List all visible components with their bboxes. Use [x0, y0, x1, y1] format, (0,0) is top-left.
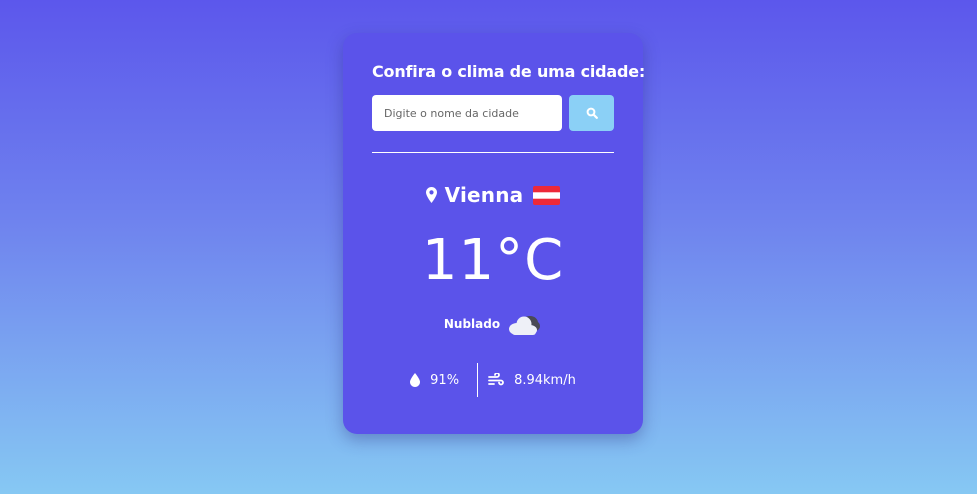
cloudy-icon: [509, 316, 541, 335]
weather-condition: Nublado: [343, 311, 643, 337]
weather-stats: 91% 8.94km/h: [343, 363, 643, 397]
location: Vienna: [343, 183, 643, 207]
card-title: Confira o clima de uma cidade:: [372, 62, 646, 81]
map-marker-icon: [425, 187, 437, 203]
wind-stat: 8.94km/h: [478, 373, 576, 388]
temperature: 11°C: [343, 226, 643, 296]
droplet-icon: [410, 373, 421, 387]
search-icon: [586, 107, 598, 119]
austria-flag-icon: [533, 185, 561, 205]
search-button[interactable]: [569, 95, 614, 131]
wind-icon: [488, 373, 504, 386]
wind-value: 8.94km/h: [514, 372, 576, 388]
city-search-input[interactable]: [372, 95, 562, 131]
divider: [372, 152, 614, 153]
city-name: Vienna: [444, 183, 524, 207]
temperature-unit: °C: [495, 228, 565, 293]
temperature-value: 11: [421, 228, 496, 293]
humidity-stat: 91%: [410, 373, 477, 388]
humidity-value: 91%: [430, 372, 460, 388]
condition-description: Nublado: [443, 317, 501, 331]
weather-card: Confira o clima de uma cidade: Vienna 11…: [343, 33, 646, 434]
search-form: [372, 95, 614, 131]
